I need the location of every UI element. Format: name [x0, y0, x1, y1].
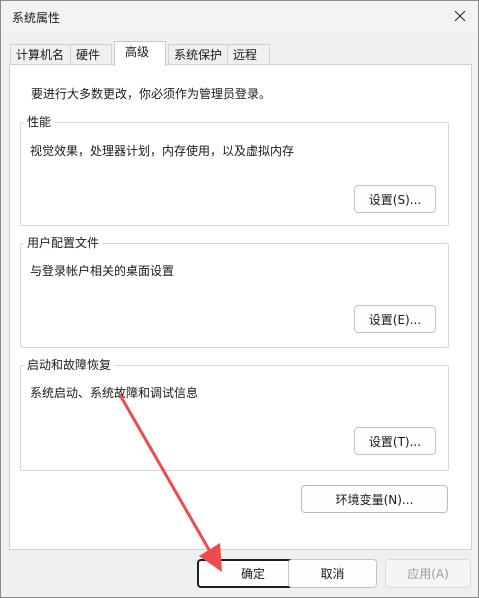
- performance-group: 性能 视觉效果，处理器计划，内存使用，以及虚拟内存 设置(S)...: [20, 115, 449, 226]
- startup-recovery-settings-button[interactable]: 设置(T)...: [354, 427, 436, 455]
- window-title: 系统属性: [12, 11, 61, 25]
- user-profile-settings-button[interactable]: 设置(E)...: [354, 305, 436, 333]
- close-icon: [454, 10, 466, 22]
- environment-variables-button[interactable]: 环境变量(N)...: [301, 485, 448, 513]
- system-properties-dialog: 系统属性 计算机名 硬件 高级 系统保护 远程 要进行大多数更改，你必须作为管理…: [0, 0, 479, 598]
- apply-button[interactable]: 应用(A): [385, 559, 471, 588]
- close-button[interactable]: [446, 3, 474, 29]
- tab-system-protection[interactable]: 系统保护: [168, 44, 228, 65]
- tab-remote[interactable]: 远程: [227, 44, 270, 65]
- user-profile-title: 用户配置文件: [24, 236, 103, 250]
- user-profile-description: 与登录帐户相关的桌面设置: [30, 264, 175, 278]
- tab-hardware[interactable]: 硬件: [70, 44, 112, 65]
- performance-settings-button[interactable]: 设置(S)...: [354, 185, 436, 213]
- performance-description: 视觉效果，处理器计划，内存使用，以及虚拟内存: [30, 144, 295, 158]
- user-profile-group: 用户配置文件 与登录帐户相关的桌面设置 设置(E)...: [20, 236, 449, 348]
- cancel-button[interactable]: 取消: [288, 559, 377, 588]
- tab-computer-name[interactable]: 计算机名: [10, 44, 71, 65]
- startup-recovery-group: 启动和故障恢复 系统启动、系统故障和调试信息 设置(T)...: [20, 358, 449, 471]
- tab-advanced[interactable]: 高级: [114, 41, 166, 66]
- title-bar: 系统属性: [1, 1, 478, 33]
- performance-title: 性能: [24, 115, 55, 129]
- admin-notice: 要进行大多数更改，你必须作为管理员登录。: [31, 87, 272, 101]
- startup-recovery-description: 系统启动、系统故障和调试信息: [30, 386, 199, 400]
- startup-recovery-title: 启动和故障恢复: [24, 358, 115, 372]
- advanced-tab-panel: 要进行大多数更改，你必须作为管理员登录。 性能 视觉效果，处理器计划，内存使用，…: [9, 64, 472, 550]
